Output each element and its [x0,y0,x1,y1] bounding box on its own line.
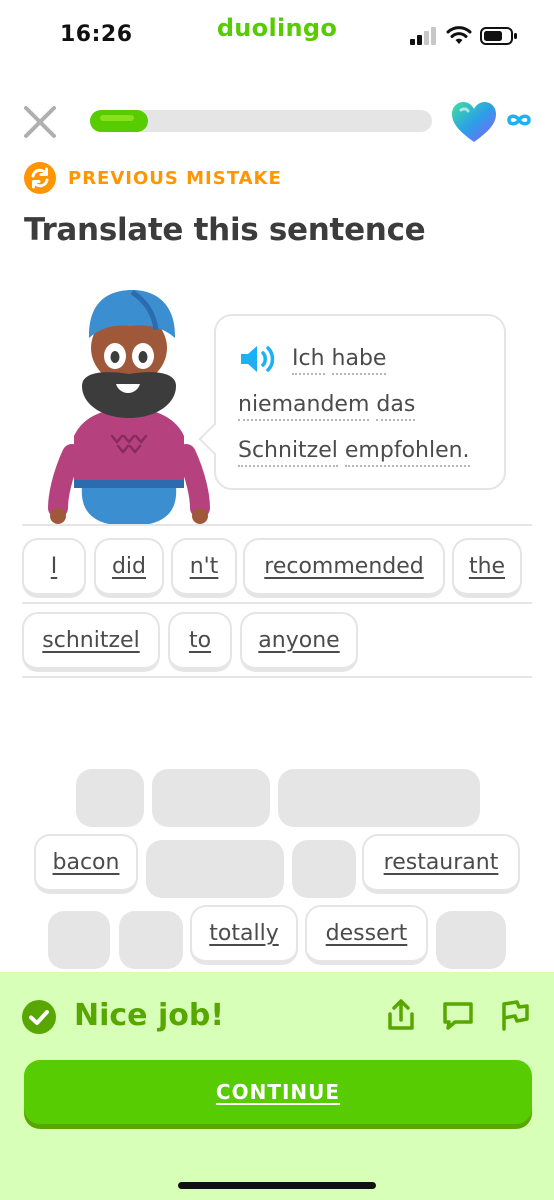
progress-bar [90,110,432,132]
word-bank-tile[interactable]: bacon [34,834,138,894]
character-illustration [48,289,210,526]
progress-shine [100,115,134,121]
speech-bubble: Ich habe niemandem das Schnitzel empfohl… [198,314,506,490]
answer-line [22,524,532,526]
word-bank-tile[interactable]: restaurant [362,834,520,894]
answer-tile[interactable]: anyone [240,612,358,672]
answer-tile[interactable]: I [22,538,86,598]
check-icon [22,1000,56,1034]
feedback-panel: Nice job! CONTINUE [0,972,554,1200]
flag-icon[interactable] [497,998,531,1032]
continue-label: CONTINUE [215,1080,341,1104]
speech-word[interactable]: niemandem [238,392,370,421]
answer-line [22,676,532,678]
refresh-icon [24,162,56,194]
home-indicator[interactable] [178,1182,376,1189]
word-bank-tile[interactable]: totally [190,905,298,965]
answer-tile[interactable]: did [94,538,164,598]
word-bank-slot [278,769,480,827]
close-icon[interactable] [22,104,58,140]
battery-icon [480,27,517,45]
word-bank-tile[interactable]: dessert [305,905,428,965]
word-bank-slot [436,911,506,969]
comment-icon[interactable] [441,998,475,1032]
answer-tile[interactable]: n't [171,538,237,598]
answer-line [22,602,532,604]
previous-mistake-banner: PREVIOUS MISTAKE [24,162,282,194]
speech-word[interactable]: empfohlen. [344,438,470,467]
answer-tile[interactable]: schnitzel [22,612,160,672]
word-bank-slot [119,911,183,969]
heart-icon[interactable] [450,100,498,144]
answer-tile[interactable]: to [168,612,232,672]
share-icon[interactable] [384,998,418,1032]
speaker-icon[interactable] [238,343,278,375]
feedback-message: Nice job! [74,998,225,1033]
progress-fill [90,110,149,132]
signal-icon [410,27,436,45]
word-bank-slot [292,840,356,898]
page-title: Translate this sentence [24,212,426,248]
speech-word[interactable]: habe [331,346,387,375]
speech-word[interactable]: Ich [292,346,325,375]
answer-tile[interactable]: recommended [243,538,445,598]
answer-tile[interactable]: the [452,538,522,598]
previous-mistake-label: PREVIOUS MISTAKE [68,167,282,189]
word-bank-slot [146,840,284,898]
status-icons [410,26,518,46]
speech-word[interactable]: Schnitzel [238,438,338,467]
speech-text: Ich habe niemandem das Schnitzel empfohl… [238,336,498,474]
word-bank-slot [152,769,270,827]
infinity-icon [507,114,531,126]
word-bank-slot [48,911,110,969]
speech-word[interactable]: das [376,392,416,421]
wifi-icon [446,26,472,44]
continue-button[interactable]: CONTINUE [24,1060,532,1124]
word-bank-slot [76,769,144,827]
status-bar: 16:26 duolingo [0,0,554,76]
